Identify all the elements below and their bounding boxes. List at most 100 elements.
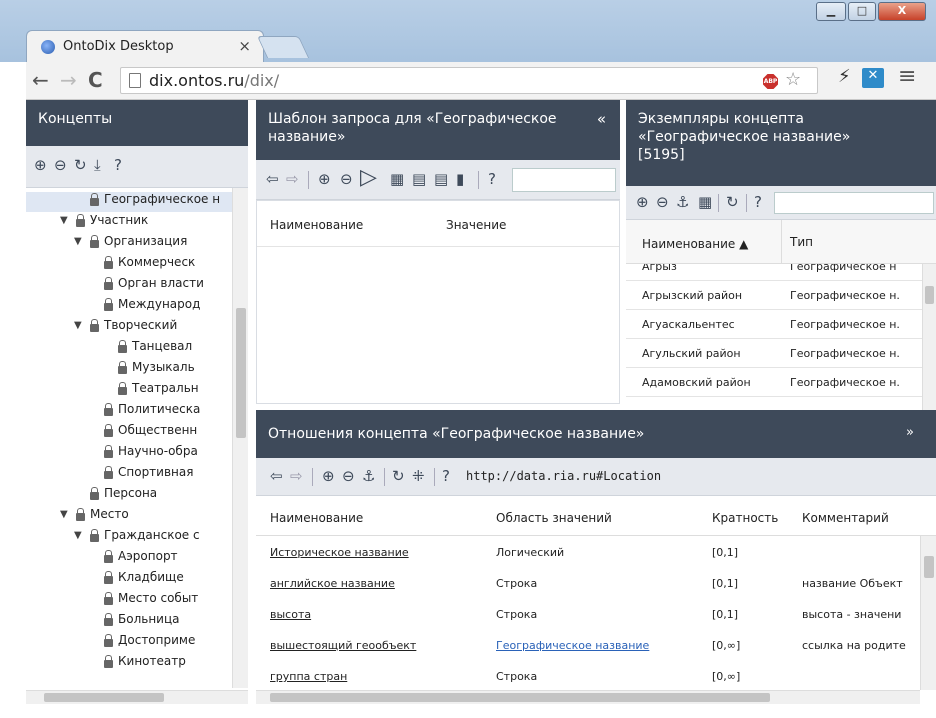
forward-arrow-icon[interactable]: ⇨ xyxy=(290,467,303,485)
close-window-button[interactable]: X xyxy=(878,2,926,21)
relation-name-link[interactable]: Историческое название xyxy=(270,546,490,559)
tree-node[interactable]: Место событ xyxy=(26,591,232,611)
instance-name[interactable]: Агульский район xyxy=(642,347,778,360)
hscroll-thumb[interactable] xyxy=(44,693,164,702)
tree-node[interactable]: Кинотеатр xyxy=(26,654,232,674)
tree-node[interactable]: Спортивная xyxy=(26,465,232,485)
help-icon[interactable]: ? xyxy=(114,156,122,174)
instances-search-input[interactable] xyxy=(774,192,934,214)
tree-node[interactable]: ▼ Гражданское с xyxy=(26,528,232,548)
remove-icon[interactable]: ⊖ xyxy=(340,170,353,188)
tree-node[interactable]: Театральн xyxy=(26,381,232,401)
anchor-icon[interactable]: ⚓ xyxy=(362,467,375,485)
relation-name-link[interactable]: английское название xyxy=(270,577,490,590)
tree-node[interactable]: Танцевал xyxy=(26,339,232,359)
collapse-button[interactable]: « xyxy=(597,110,606,128)
back-arrow-icon[interactable]: ⇦ xyxy=(270,467,283,485)
grid-icon[interactable]: ⁜ xyxy=(412,467,425,485)
tree-node[interactable]: Международ xyxy=(26,297,232,317)
tree-node[interactable]: Орган власти xyxy=(26,276,232,296)
expand-arrow-icon[interactable]: ▼ xyxy=(60,509,68,520)
query-search-input[interactable] xyxy=(512,168,616,192)
expand-arrow-icon[interactable]: ▼ xyxy=(60,215,68,226)
tree-node[interactable]: Персона xyxy=(26,486,232,506)
tree-node[interactable]: Больница xyxy=(26,612,232,632)
expand-arrow-icon[interactable]: ▼ xyxy=(74,236,82,247)
filter-icon[interactable]: ▦ xyxy=(390,170,404,188)
tab-close-icon[interactable]: × xyxy=(238,37,251,55)
filter-icon[interactable]: ▦ xyxy=(698,193,712,211)
tree-node[interactable]: Музыкаль xyxy=(26,360,232,380)
col-name-sorted[interactable]: Наименование ▲ xyxy=(642,237,748,251)
add-icon[interactable]: ⊕ xyxy=(322,467,335,485)
add-icon[interactable]: ⊕ xyxy=(318,170,331,188)
help-icon[interactable]: ? xyxy=(754,193,762,211)
minimize-button[interactable]: ▁ xyxy=(816,2,846,21)
forward-arrow-icon[interactable]: → xyxy=(60,68,77,92)
relation-name-link[interactable]: вышестоящий геообъект xyxy=(270,639,490,652)
maximize-button[interactable]: □ xyxy=(848,2,876,21)
menu-icon[interactable]: ≡ xyxy=(898,64,916,89)
expand-arrow-icon[interactable]: ▼ xyxy=(74,530,82,541)
remove-icon[interactable]: ⊖ xyxy=(656,193,669,211)
tree-node[interactable]: Аэропорт xyxy=(26,549,232,569)
bookmark-star-icon[interactable]: ☆ xyxy=(785,69,801,90)
download-icon[interactable]: ⤓ xyxy=(94,156,101,174)
tree-vscroll[interactable] xyxy=(232,188,248,688)
relation-name-link[interactable]: группа стран xyxy=(270,670,490,683)
forward-arrow-icon[interactable]: ⇨ xyxy=(286,170,299,188)
col-name[interactable]: Наименование xyxy=(270,511,363,525)
tree-node[interactable]: Географическое н xyxy=(26,192,232,212)
reload-icon[interactable]: C xyxy=(88,68,103,92)
address-bar[interactable]: dix.ontos.ru/dix/ ABP ☆ xyxy=(120,67,818,94)
col-comment[interactable]: Комментарий xyxy=(802,511,889,525)
browser-tab[interactable]: OntoDix Desktop × xyxy=(26,30,264,62)
tree-node[interactable]: Достоприме xyxy=(26,633,232,653)
instances-vscroll[interactable] xyxy=(922,264,936,410)
col-range[interactable]: Область значений xyxy=(496,511,612,525)
expand-arrow-icon[interactable]: ▼ xyxy=(74,320,82,331)
refresh-icon[interactable]: ↻ xyxy=(74,156,87,174)
remove-icon[interactable]: ⊖ xyxy=(54,156,67,174)
back-arrow-icon[interactable]: ⇦ xyxy=(266,170,279,188)
instance-name[interactable]: Агуаскальентес xyxy=(642,318,778,331)
tree-node[interactable]: Кладбище xyxy=(26,570,232,590)
copy-icon[interactable]: ▤ xyxy=(412,170,426,188)
relations-vscroll[interactable] xyxy=(920,536,936,690)
scroll-thumb[interactable] xyxy=(924,556,934,578)
tree-node[interactable]: ▼ Участник xyxy=(26,213,232,233)
col-cardinality[interactable]: Кратность xyxy=(712,511,778,525)
anchor-icon[interactable]: ⚓ xyxy=(676,193,689,211)
instance-name[interactable]: Адамовский район xyxy=(642,376,778,389)
hscroll-thumb[interactable] xyxy=(270,693,770,702)
run-query-icon[interactable]: ▷ xyxy=(360,165,377,190)
tree-node[interactable]: ▼ Творческий xyxy=(26,318,232,338)
tree-node[interactable]: Общественн xyxy=(26,423,232,443)
delete-icon[interactable]: ▮ xyxy=(456,170,464,188)
remove-icon[interactable]: ⊖ xyxy=(342,467,355,485)
add-icon[interactable]: ⊕ xyxy=(34,156,47,174)
tree-node[interactable]: ▼ Организация xyxy=(26,234,232,254)
adblock-icon[interactable]: ABP xyxy=(763,74,778,89)
tree-node[interactable]: ▼ Место xyxy=(26,507,232,527)
col-type[interactable]: Тип xyxy=(790,235,813,249)
instance-name[interactable]: Агрыз xyxy=(642,264,778,273)
scroll-thumb[interactable] xyxy=(236,308,246,438)
lightning-extension-icon[interactable]: ⚡ xyxy=(838,66,851,87)
relation-name-link[interactable]: высота xyxy=(270,608,490,621)
relations-hscroll[interactable] xyxy=(256,690,920,704)
paste-icon[interactable]: ▤ xyxy=(434,170,448,188)
help-icon[interactable]: ? xyxy=(442,467,450,485)
refresh-icon[interactable]: ↻ xyxy=(726,193,739,211)
add-icon[interactable]: ⊕ xyxy=(636,193,649,211)
tree-node[interactable]: Коммерческ xyxy=(26,255,232,275)
expand-button[interactable]: » xyxy=(906,424,914,442)
tree-node[interactable]: Научно-обра xyxy=(26,444,232,464)
tree-node[interactable]: Политическа xyxy=(26,402,232,422)
extension-icon[interactable]: ✕ xyxy=(862,68,884,88)
back-arrow-icon[interactable]: ← xyxy=(32,68,49,92)
relation-range-link[interactable]: Географическое название xyxy=(496,639,708,652)
tree-hscroll[interactable] xyxy=(26,690,248,704)
refresh-icon[interactable]: ↻ xyxy=(392,467,405,485)
scroll-thumb[interactable] xyxy=(925,286,934,304)
